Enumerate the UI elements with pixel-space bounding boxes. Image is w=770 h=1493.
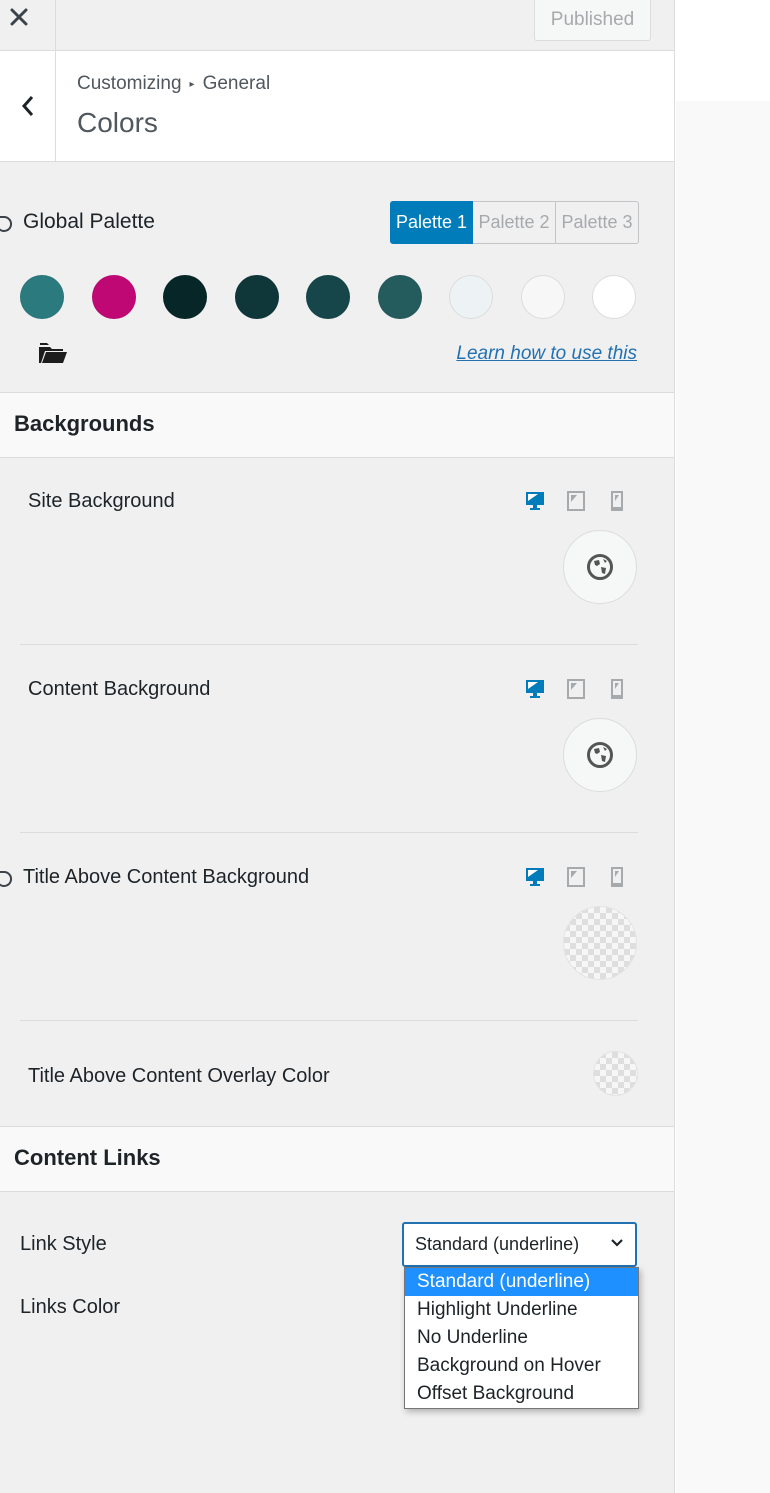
back-button[interactable] (0, 51, 56, 161)
close-icon (10, 8, 28, 26)
palette-swatch[interactable] (377, 275, 422, 319)
globe-icon (587, 554, 613, 580)
link-style-label: Link Style (20, 1233, 107, 1255)
palette-swatch[interactable] (306, 275, 350, 319)
breadcrumb-arrow-icon: ▸ (189, 78, 195, 90)
title-above-content-background-picker[interactable] (563, 906, 637, 980)
content-background-picker[interactable] (563, 718, 637, 792)
palette-swatch[interactable] (91, 275, 136, 319)
palette-swatch[interactable] (520, 275, 565, 319)
title-above-content-overlay-label: Title Above Content Overlay Color (28, 1065, 330, 1087)
dropdown-option[interactable]: No Underline (405, 1324, 638, 1352)
backgrounds-heading-text: Backgrounds (14, 411, 155, 436)
reset-icon[interactable] (0, 214, 14, 234)
dropdown-option[interactable]: Standard (underline) (405, 1268, 638, 1296)
divider (20, 1020, 638, 1021)
content-background-label: Content Background (28, 678, 211, 700)
palette-swatch[interactable] (163, 275, 207, 319)
dropdown-option[interactable]: Background on Hover (405, 1352, 638, 1380)
tab-palette-3[interactable]: Palette 3 (556, 201, 639, 244)
device-switcher (524, 866, 628, 888)
desktop-icon[interactable] (524, 490, 546, 512)
device-switcher (524, 678, 628, 700)
mobile-icon[interactable] (606, 490, 628, 512)
tablet-icon[interactable] (565, 678, 587, 700)
palette-swatch[interactable] (592, 275, 636, 319)
chevron-left-icon (21, 96, 33, 116)
link-style-dropdown: Standard (underline) Highlight Underline… (404, 1267, 639, 1409)
learn-how-link[interactable]: Learn how to use this (456, 343, 637, 365)
mobile-icon[interactable] (606, 678, 628, 700)
customizer-panel: Published Customizing ▸ General Colors G… (0, 0, 675, 1493)
publish-button[interactable]: Published (534, 0, 651, 41)
reset-icon[interactable] (0, 869, 14, 889)
site-preview-body (676, 101, 770, 1493)
site-background-picker[interactable] (563, 530, 637, 604)
link-style-select[interactable]: Standard (underline) (402, 1222, 637, 1267)
tab-palette-1[interactable]: Palette 1 (390, 201, 473, 244)
palette-swatches (20, 275, 664, 319)
close-customizer-button[interactable] (0, 0, 56, 51)
palette-tabs: Palette 1 Palette 2 Palette 3 (390, 201, 639, 244)
divider (20, 832, 638, 833)
title-above-content-overlay-picker[interactable] (593, 1051, 638, 1096)
global-palette-label: Global Palette (23, 210, 155, 233)
backgrounds-heading: Backgrounds (0, 392, 674, 458)
palette-swatch[interactable] (234, 275, 279, 319)
palette-swatch[interactable] (20, 275, 64, 319)
content-links-heading: Content Links (0, 1126, 674, 1192)
folder-open-icon[interactable] (37, 341, 69, 365)
dropdown-option[interactable]: Offset Background (405, 1380, 638, 1408)
title-above-content-background-label: Title Above Content Background (23, 866, 310, 888)
globe-icon (587, 742, 613, 768)
content-links-heading-text: Content Links (14, 1145, 161, 1170)
desktop-icon[interactable] (524, 678, 546, 700)
chevron-down-icon (611, 1239, 623, 1247)
mobile-icon[interactable] (606, 866, 628, 888)
dropdown-option[interactable]: Highlight Underline (405, 1296, 638, 1324)
links-color-label: Links Color (20, 1296, 121, 1318)
link-style-value: Standard (underline) (415, 1234, 580, 1254)
site-background-label: Site Background (28, 490, 175, 512)
palette-swatch[interactable] (449, 275, 493, 319)
tablet-icon[interactable] (565, 490, 587, 512)
breadcrumb: Customizing ▸ General (77, 73, 270, 95)
device-switcher (524, 490, 628, 512)
page-title: Colors (77, 107, 158, 138)
breadcrumb-parent: General (202, 73, 271, 94)
divider (20, 644, 638, 645)
desktop-icon[interactable] (524, 866, 546, 888)
tablet-icon[interactable] (565, 866, 587, 888)
tab-palette-2[interactable]: Palette 2 (473, 201, 556, 244)
customizer-header: Published (0, 0, 674, 51)
section-header: Customizing ▸ General Colors (0, 51, 674, 162)
breadcrumb-root: Customizing (77, 73, 182, 94)
